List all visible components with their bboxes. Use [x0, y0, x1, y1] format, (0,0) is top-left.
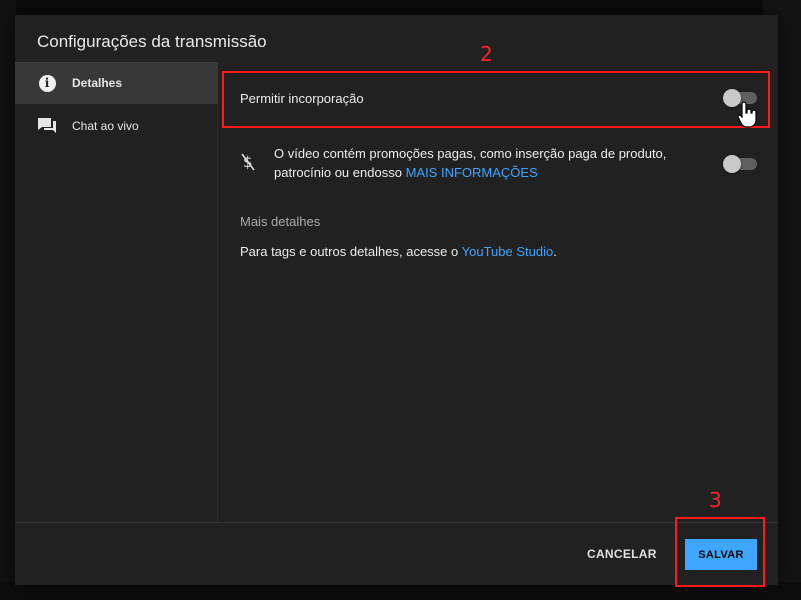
annotation-number-2: 2 [480, 42, 493, 66]
sidebar-item-label: Detalhes [72, 76, 123, 90]
details-panel: Permitir incorporação $ O vídeo contém p… [219, 62, 778, 522]
sidebar-item-details[interactable]: i Detalhes [15, 62, 218, 104]
more-details-suffix: . [553, 244, 557, 259]
settings-sidebar: i Detalhes Chat ao vivo [15, 62, 218, 522]
annotation-number-3: 3 [709, 488, 722, 512]
sidebar-item-live-chat[interactable]: Chat ao vivo [15, 105, 218, 147]
chat-icon [37, 116, 57, 136]
more-details-heading: Mais detalhes [240, 214, 321, 229]
hand-cursor-icon [737, 100, 758, 133]
sidebar-item-label: Chat ao vivo [72, 119, 139, 133]
cancel-button[interactable]: CANCELAR [587, 547, 657, 561]
annotation-box-save [675, 517, 765, 587]
background-page-left [0, 0, 16, 600]
youtube-studio-link[interactable]: YouTube Studio [462, 244, 554, 259]
more-details-prefix: Para tags e outros detalhes, acesse o [240, 244, 459, 259]
dialog-title: Configurações da transmissão [37, 32, 267, 51]
money-off-icon: $ [240, 152, 256, 177]
dialog-footer: CANCELAR SALVAR [15, 522, 778, 585]
paid-promotion-toggle[interactable] [723, 155, 757, 173]
more-info-link[interactable]: MAIS INFORMAÇÕES [406, 165, 538, 180]
info-icon: i [37, 73, 57, 93]
more-details-text: Para tags e outros detalhes, acesse o Yo… [240, 244, 557, 259]
annotation-box-embed [222, 71, 770, 128]
paid-promotion-text: O vídeo contém promoções pagas, como ins… [274, 144, 714, 182]
